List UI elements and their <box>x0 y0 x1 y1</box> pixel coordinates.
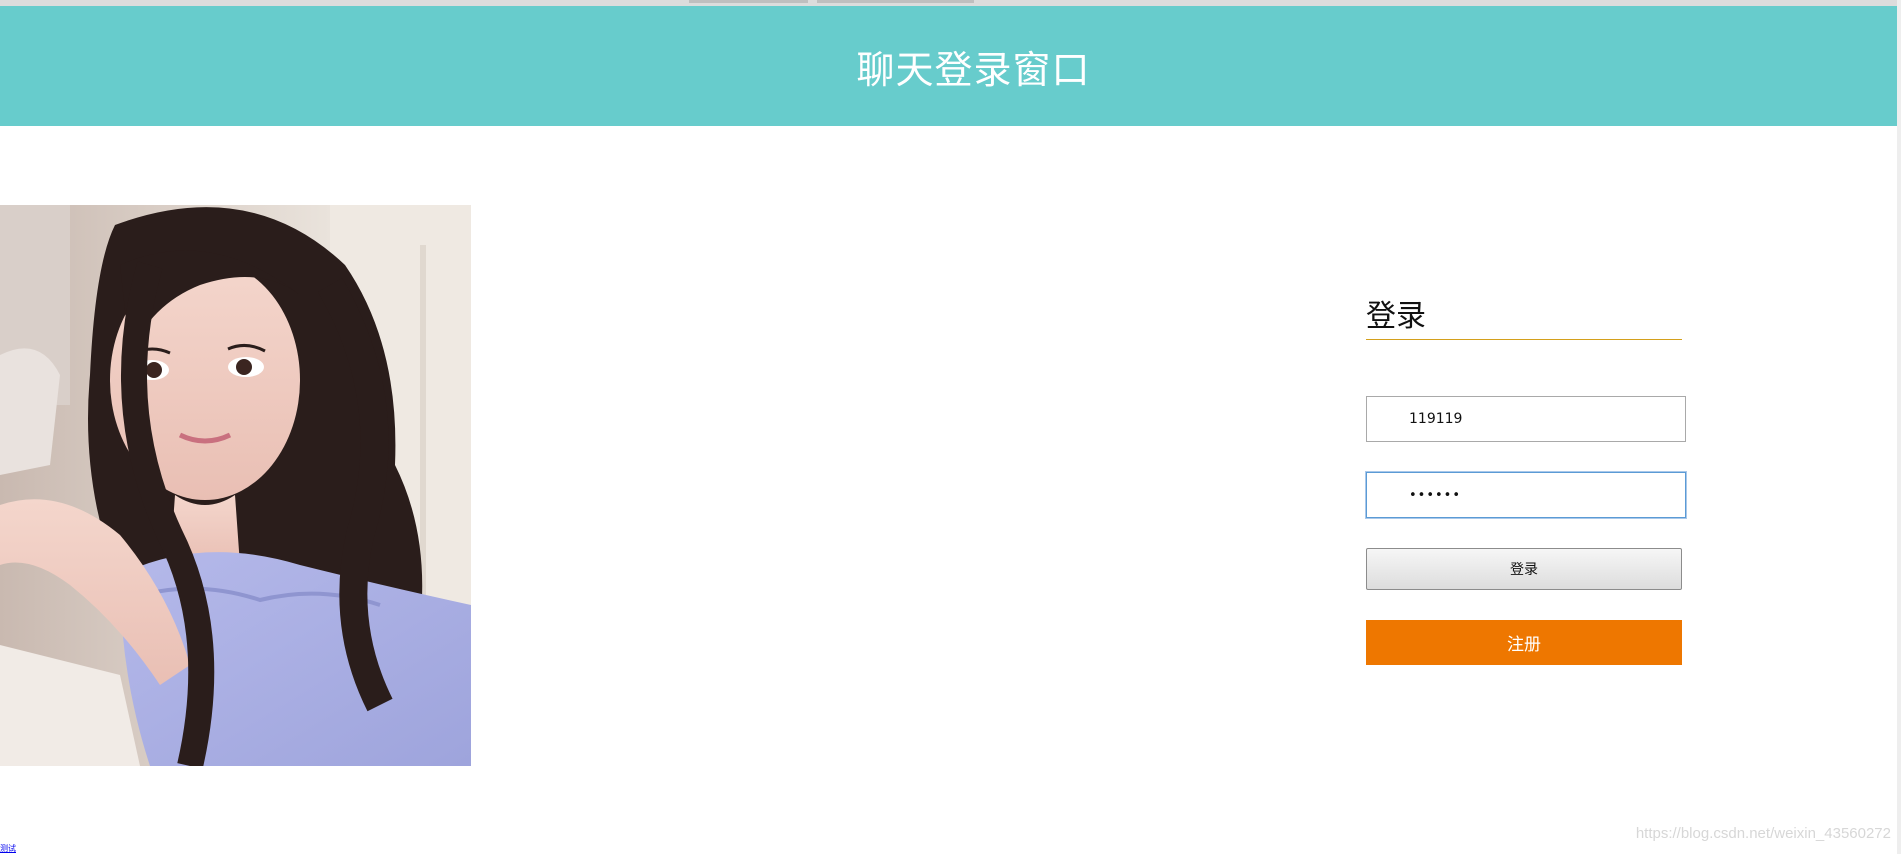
login-button-label: 登录 <box>1510 562 1538 578</box>
login-button[interactable]: 登录 <box>1366 548 1682 590</box>
page-title: 聊天登录窗口 <box>856 47 1091 92</box>
browser-tab[interactable] <box>817 0 974 3</box>
password-input[interactable]: •••••• <box>1366 472 1686 518</box>
password-value: •••••• <box>1409 487 1462 503</box>
browser-tab[interactable] <box>689 0 808 3</box>
watermark-text: https://blog.csdn.net/weixin_43560272 <box>1635 825 1891 842</box>
portrait-image <box>0 205 471 766</box>
page: 聊天登录窗口 登录 119119 •••••• 登录 注册 测试 https:/… <box>0 0 1901 854</box>
corner-link[interactable]: 测试 <box>0 843 16 854</box>
username-value: 119119 <box>1409 411 1463 427</box>
username-input[interactable]: 119119 <box>1366 396 1686 442</box>
header-bar: 聊天登录窗口 <box>0 6 1897 126</box>
register-button-label: 注册 <box>1507 635 1541 655</box>
window-edge <box>1897 0 1901 854</box>
register-button[interactable]: 注册 <box>1366 620 1682 665</box>
login-heading: 登录 <box>1366 298 1682 340</box>
